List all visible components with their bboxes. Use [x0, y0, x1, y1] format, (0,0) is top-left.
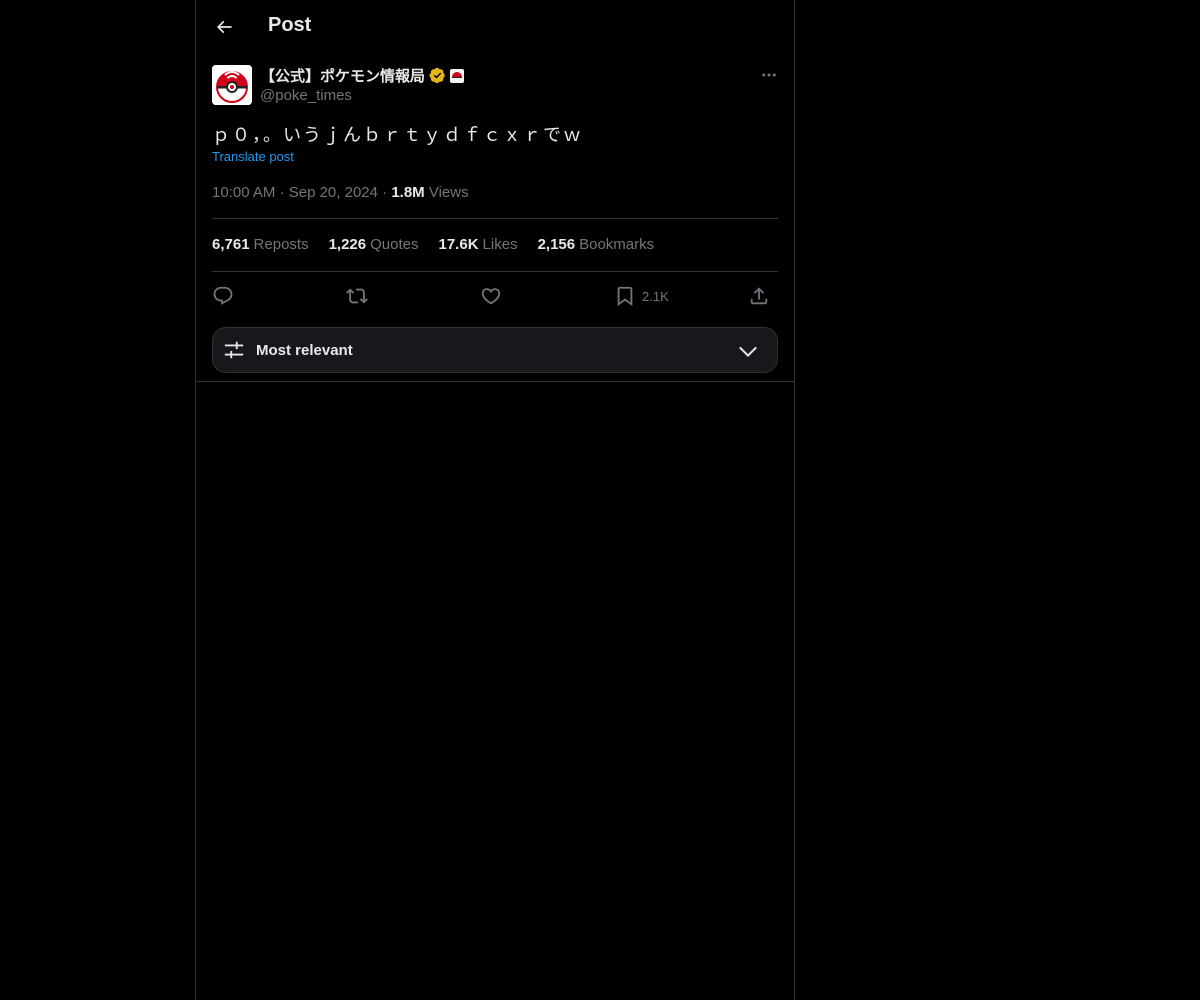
author-name[interactable]: 【公式】ポケモン情報局: [260, 65, 425, 86]
share-icon: [750, 287, 768, 305]
author-name-row[interactable]: 【公式】ポケモン情報局: [260, 65, 465, 86]
views-label: Views: [428, 184, 469, 201]
stat-label: Bookmarks: [579, 236, 655, 253]
stat-quotes[interactable]: 1,226 Quotes: [329, 236, 419, 253]
bookmark-button[interactable]: 2.1K: [614, 284, 669, 308]
main-column: Post 【公式】ポケモン情報局 @poke_times ｐ０，。いうｊんｂｒｔ…: [195, 0, 795, 1000]
repost-button[interactable]: [346, 284, 368, 308]
stat-bookmarks[interactable]: 2,156 Bookmarks: [538, 236, 655, 253]
engagement-stats: 6,761 Reposts 1,226 Quotes 17.6K Likes 2,15…: [212, 236, 654, 253]
post-time[interactable]: 10:00 AM: [212, 184, 275, 201]
share-button[interactable]: [748, 284, 770, 308]
views-count: 1.8M: [391, 184, 425, 201]
stat-count: 1,226: [328, 236, 367, 253]
stat-reposts[interactable]: 6,761 Reposts: [212, 236, 309, 253]
affiliate-badge-icon[interactable]: [450, 68, 465, 83]
stat-likes[interactable]: 17.6K Likes: [439, 236, 518, 253]
page-header: Post: [196, 0, 794, 54]
stat-count: 6,761: [212, 236, 250, 253]
page-title: Post: [268, 14, 312, 36]
reply-sort-dropdown[interactable]: Most relevant: [212, 327, 778, 373]
pokeball-logo-icon: [212, 65, 252, 105]
stat-label: Quotes: [370, 236, 419, 253]
arrow-left-icon: [216, 20, 232, 34]
divider: [212, 271, 778, 272]
sliders-icon: [224, 341, 244, 359]
author-handle[interactable]: @poke_times: [260, 87, 352, 104]
divider: [212, 218, 778, 219]
post-date[interactable]: Sep 20, 2024: [289, 184, 378, 201]
stat-label: Likes: [482, 236, 518, 253]
post-meta: 10:00 AM · Sep 20, 2024 · 1.8M Views: [212, 184, 469, 201]
reply-button[interactable]: [212, 284, 234, 308]
section-divider: [196, 381, 794, 382]
separator-dot: ·: [279, 184, 289, 201]
bookmark-icon: [617, 286, 633, 307]
more-horizontal-icon: [762, 73, 776, 77]
action-bar: 2.1K: [212, 280, 778, 312]
reply-icon: [213, 286, 233, 305]
stat-count: 2,156: [537, 236, 576, 253]
stat-label: Reposts: [253, 236, 309, 253]
avatar[interactable]: [212, 65, 252, 105]
translate-post-link[interactable]: Translate post: [212, 149, 294, 164]
like-button[interactable]: [480, 284, 502, 308]
sort-label: Most relevant: [256, 342, 353, 359]
more-options-button[interactable]: [756, 64, 782, 86]
repost-icon: [346, 288, 368, 304]
heart-icon: [481, 288, 501, 305]
stat-count: 17.6K: [438, 236, 479, 253]
gold-verified-icon[interactable]: [429, 67, 446, 84]
back-button[interactable]: [206, 9, 242, 45]
separator-dot: ·: [382, 184, 392, 201]
bookmark-count: 2.1K: [642, 288, 669, 304]
post-text: ｐ０，。いうｊんｂｒｔｙｄｆｃｘｒでｗ: [212, 125, 583, 145]
chevron-down-icon: [739, 346, 757, 358]
